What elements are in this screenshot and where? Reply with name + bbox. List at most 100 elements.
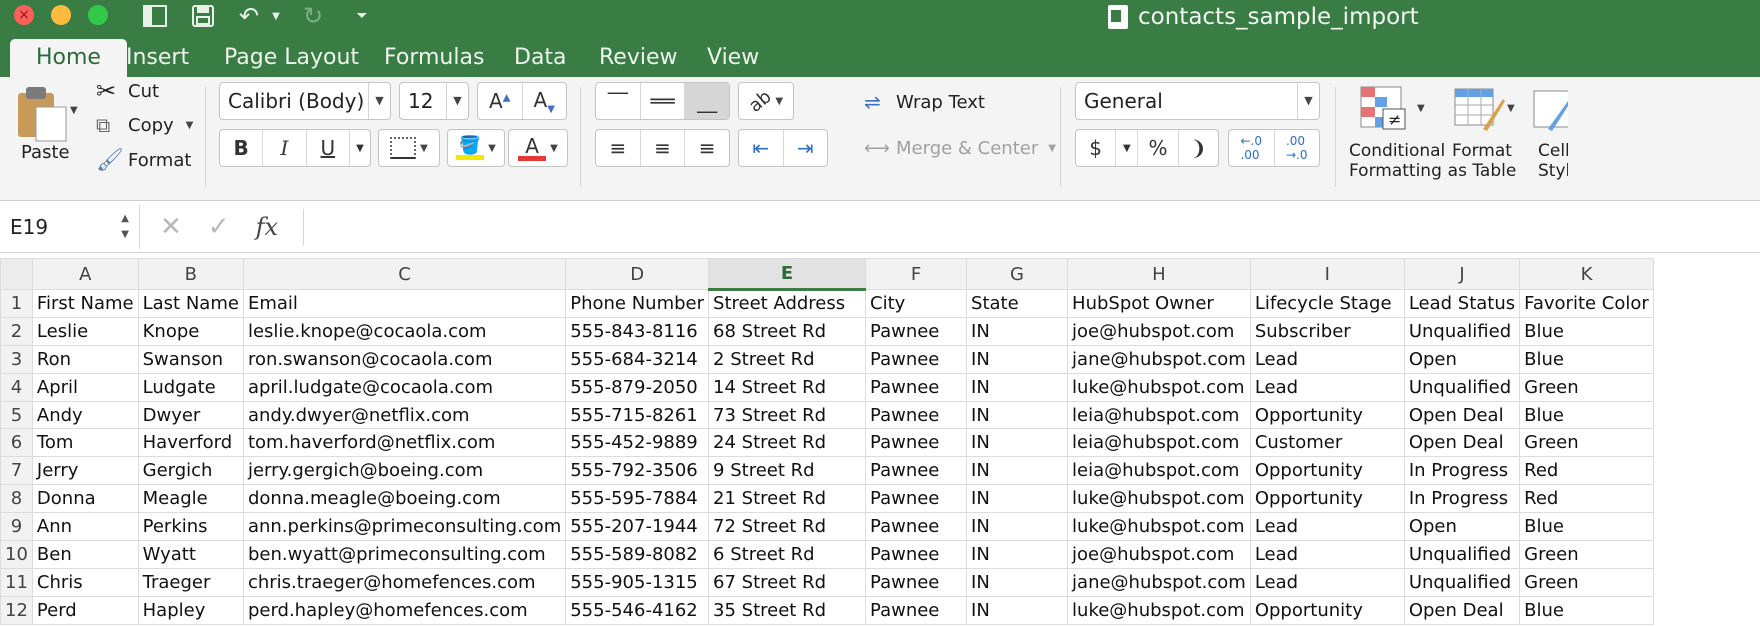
cell-h2[interactable]: joe@hubspot.com (1067, 316, 1251, 346)
cell-b11[interactable]: Traeger (137, 567, 244, 597)
tab-data[interactable]: Data (514, 39, 567, 77)
close-window-button[interactable]: × (14, 5, 34, 25)
cell-b2[interactable]: Knope (137, 316, 244, 346)
cell-c6[interactable]: tom.haverford@netflix.com (242, 428, 567, 458)
row-header[interactable]: 11 (0, 567, 33, 597)
column-header-g[interactable]: G (966, 258, 1069, 290)
underline-dropdown-icon[interactable]: ▼ (350, 130, 370, 166)
row-header[interactable]: 7 (0, 456, 33, 486)
cell-k11[interactable]: Green (1519, 567, 1654, 597)
align-left-button[interactable]: ≡ (596, 130, 641, 166)
cell-a12[interactable]: Perd (31, 595, 139, 625)
cell-g5[interactable]: IN (966, 400, 1069, 430)
column-header-e[interactable]: E (708, 258, 867, 291)
cell-c2[interactable]: leslie.knope@cocaola.com (242, 316, 567, 346)
cell-i1[interactable]: Lifecycle Stage (1249, 289, 1405, 318)
cell-a9[interactable]: Ann (31, 512, 139, 542)
cell-k3[interactable]: Blue (1519, 344, 1654, 374)
cell-i5[interactable]: Opportunity (1249, 400, 1405, 430)
cell-g7[interactable]: IN (966, 456, 1069, 486)
cell-i12[interactable]: Opportunity (1249, 595, 1405, 625)
cell-f7[interactable]: Pawnee (865, 456, 968, 486)
align-right-button[interactable]: ≡ (685, 130, 729, 166)
increase-font-size-button[interactable]: A▲ (478, 83, 523, 119)
row-header[interactable]: 2 (0, 316, 33, 346)
sidebar-toggle-icon[interactable] (140, 2, 170, 30)
cell-i8[interactable]: Opportunity (1249, 484, 1405, 514)
cell-d5[interactable]: 555-715-8261 (565, 400, 710, 430)
borders-button[interactable]: ▼ (378, 129, 440, 167)
cell-g8[interactable]: IN (966, 484, 1069, 514)
column-header-a[interactable]: A (31, 258, 139, 290)
cell-a11[interactable]: Chris (31, 567, 139, 597)
cell-h12[interactable]: luke@hubspot.com (1067, 595, 1251, 625)
cell-e11[interactable]: 67 Street Rd (708, 567, 867, 597)
cell-b4[interactable]: Ludgate (137, 372, 244, 402)
paste-button[interactable]: ▼ Paste (14, 83, 82, 187)
cell-k7[interactable]: Red (1519, 456, 1654, 486)
cell-i7[interactable]: Opportunity (1249, 456, 1405, 486)
cell-f2[interactable]: Pawnee (865, 316, 968, 346)
row-header[interactable]: 6 (0, 428, 33, 458)
cell-c9[interactable]: ann.perkins@primeconsulting.com (242, 512, 567, 542)
cell-e7[interactable]: 9 Street Rd (708, 456, 867, 486)
cell-d8[interactable]: 555-595-7884 (565, 484, 710, 514)
cell-f12[interactable]: Pawnee (865, 595, 968, 625)
cell-h7[interactable]: leia@hubspot.com (1067, 456, 1251, 486)
cell-k2[interactable]: Blue (1519, 316, 1654, 346)
align-middle-button[interactable]: ══ (641, 83, 686, 119)
save-icon[interactable] (188, 2, 218, 30)
cell-e8[interactable]: 21 Street Rd (708, 484, 867, 514)
cell-g9[interactable]: IN (966, 512, 1069, 542)
cell-k10[interactable]: Green (1519, 540, 1654, 569)
cell-d11[interactable]: 555-905-1315 (565, 567, 710, 597)
font-color-button[interactable]: A ▼ (508, 129, 568, 167)
formula-input[interactable] (303, 209, 1753, 245)
cell-f5[interactable]: Pawnee (865, 400, 968, 430)
cell-f8[interactable]: Pawnee (865, 484, 968, 514)
cell-c11[interactable]: chris.traeger@homefences.com (242, 567, 567, 597)
cell-e5[interactable]: 73 Street Rd (708, 400, 867, 430)
increase-indent-button[interactable]: ⇥ (784, 130, 828, 166)
row-header[interactable]: 12 (0, 595, 33, 625)
cell-g12[interactable]: IN (966, 595, 1069, 625)
cell-c5[interactable]: andy.dwyer@netflix.com (242, 400, 567, 430)
cell-j9[interactable]: Open (1403, 512, 1521, 542)
underline-button[interactable]: U (307, 130, 350, 166)
cell-f1[interactable]: City (865, 289, 968, 318)
cell-g2[interactable]: IN (966, 316, 1069, 346)
cell-j6[interactable]: Open Deal (1403, 428, 1521, 458)
cancel-formula-icon[interactable]: ✕ (160, 212, 182, 242)
cell-a1[interactable]: First Name (31, 289, 139, 318)
tab-insert[interactable]: Insert (126, 39, 189, 77)
cell-j3[interactable]: Open (1403, 344, 1521, 374)
maximize-window-button[interactable] (88, 5, 108, 25)
cell-b5[interactable]: Dwyer (137, 400, 244, 430)
cell-k5[interactable]: Blue (1519, 400, 1654, 430)
cell-c12[interactable]: perd.hapley@homefences.com (242, 595, 567, 625)
bold-button[interactable]: B (220, 130, 264, 166)
cell-h3[interactable]: jane@hubspot.com (1067, 344, 1251, 374)
column-header-j[interactable]: J (1403, 258, 1521, 290)
row-header[interactable]: 1 (0, 289, 33, 318)
cell-a7[interactable]: Jerry (31, 456, 139, 486)
font-name-select[interactable]: Calibri (Body) ▼ (219, 82, 391, 120)
column-header-d[interactable]: D (565, 258, 710, 290)
cell-e10[interactable]: 6 Street Rd (708, 540, 867, 569)
decrease-indent-button[interactable]: ⇤ (739, 130, 784, 166)
cell-c1[interactable]: Email (242, 289, 567, 318)
cell-j5[interactable]: Open Deal (1403, 400, 1521, 430)
format-painter-button[interactable]: 🖌 Format (96, 146, 191, 174)
cell-b9[interactable]: Perkins (137, 512, 244, 542)
cell-d12[interactable]: 555-546-4162 (565, 595, 710, 625)
format-as-table-button[interactable]: ▼ Format as Table (1447, 81, 1521, 181)
comma-style-button[interactable]: ❩ (1179, 130, 1218, 166)
cell-d10[interactable]: 555-589-8082 (565, 540, 710, 569)
cell-d6[interactable]: 555-452-9889 (565, 428, 710, 458)
cell-f3[interactable]: Pawnee (865, 344, 968, 374)
cell-k1[interactable]: Favorite Color (1519, 289, 1654, 318)
column-header-c[interactable]: C (242, 258, 567, 290)
align-bottom-button[interactable]: __ (685, 83, 730, 119)
cell-b3[interactable]: Swanson (137, 344, 244, 374)
cell-f10[interactable]: Pawnee (865, 540, 968, 569)
